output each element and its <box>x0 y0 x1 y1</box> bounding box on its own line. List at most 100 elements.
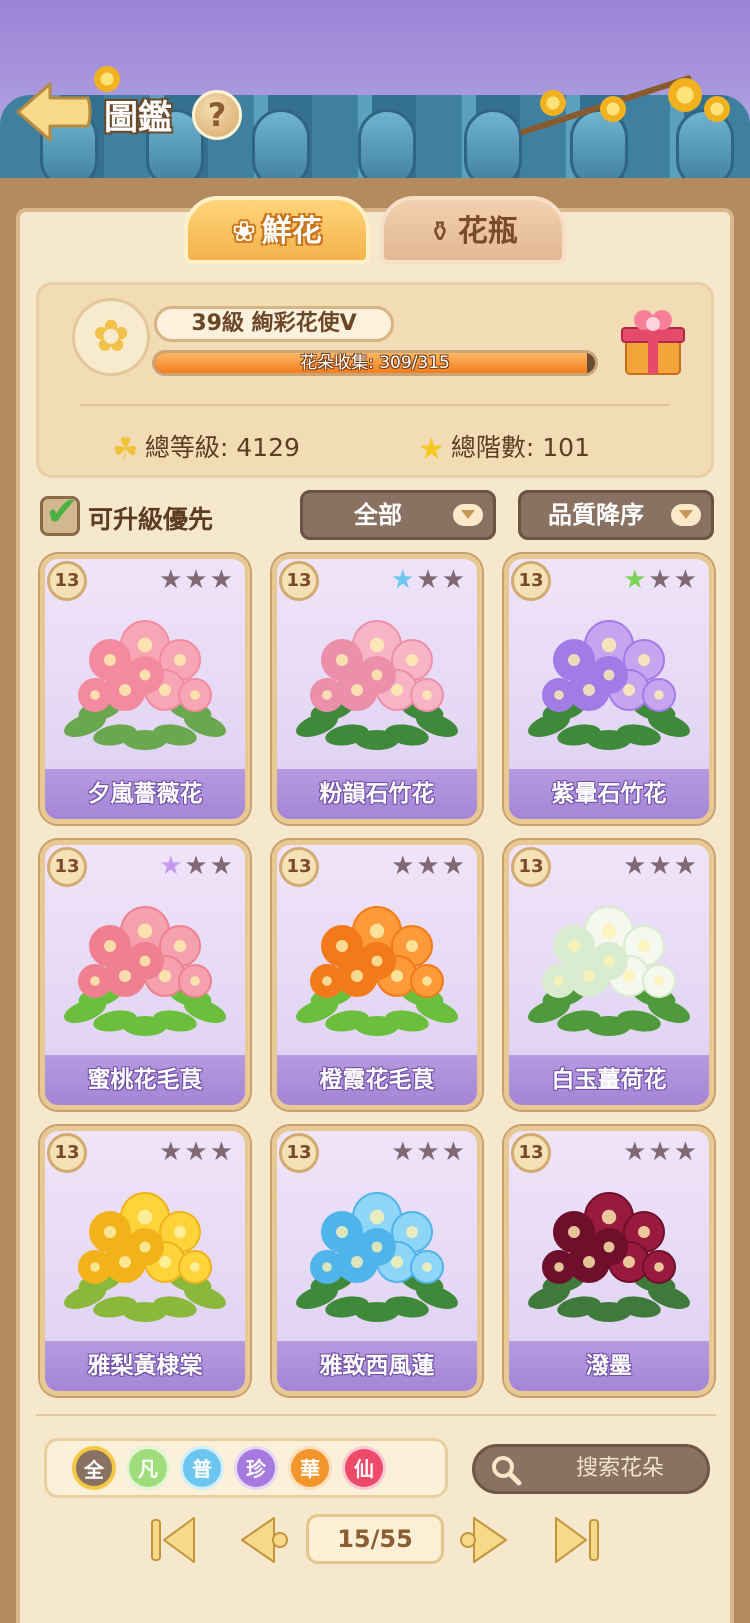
flower-card[interactable]: 13 ★★★ 橙霞花毛茛 <box>272 840 482 1110</box>
chevron-down-icon <box>671 504 701 526</box>
flower-card[interactable]: 13 ★★★ 蜜桃花毛茛 <box>40 840 250 1110</box>
rose-icon: ❀ <box>232 215 256 248</box>
star-icon: ★ <box>416 565 442 595</box>
flower-name: 雅致西風蓮 <box>277 1341 477 1391</box>
vase-icon: ⚱ <box>428 215 452 248</box>
flower-illustration <box>64 620 226 750</box>
star-rating: ★★★ <box>159 1137 235 1167</box>
flower-illustration <box>528 906 690 1036</box>
page-indicator: 15/55 <box>306 1514 444 1564</box>
flower-card[interactable]: 13 ★★★ 夕嵐薔薇花 <box>40 554 250 824</box>
next-page-button[interactable] <box>456 1512 512 1568</box>
next-page-icon <box>460 1517 507 1563</box>
gift-icon <box>621 310 685 375</box>
last-page-button[interactable] <box>548 1512 604 1568</box>
help-button[interactable]: ? <box>192 90 242 140</box>
sprout-icon: ☘ <box>112 432 139 467</box>
divider <box>36 1414 716 1416</box>
star-icon: ★ <box>184 851 210 881</box>
blossom-icon <box>600 96 626 122</box>
blossom-icon <box>94 66 120 92</box>
flower-illustration <box>296 1192 458 1322</box>
last-page-icon <box>555 1517 599 1563</box>
page-title: 圖鑑 <box>104 98 172 138</box>
quality-filter-button[interactable]: 珍 <box>234 1446 278 1490</box>
star-icon: ★ <box>441 1137 467 1167</box>
flower-card[interactable]: 13 ★★★ 雅梨黃棣棠 <box>40 1126 250 1396</box>
flower-card[interactable]: 13 ★★★ 潑墨 <box>504 1126 714 1396</box>
star-icon: ★ <box>209 565 235 595</box>
flower-name: 夕嵐薔薇花 <box>45 769 245 819</box>
flower-name: 白玉薑荷花 <box>509 1055 709 1105</box>
gift-box-button[interactable] <box>620 306 686 378</box>
tab-fresh-flowers[interactable]: ❀ 鮮花 <box>184 196 370 264</box>
level-badge: 13 <box>279 1133 319 1173</box>
previous-page-icon <box>241 1517 288 1563</box>
star-icon: ★ <box>209 1137 235 1167</box>
star-icon: ★ <box>418 432 445 467</box>
tab-label: 花瓶 <box>457 214 518 249</box>
star-rating: ★★★ <box>391 565 467 595</box>
first-page-icon <box>151 1517 195 1563</box>
star-icon: ★ <box>623 565 649 595</box>
sort-dropdown[interactable]: 品質降序 <box>518 490 714 540</box>
flower-card[interactable]: 13 ★★★ 白玉薑荷花 <box>504 840 714 1110</box>
flower-name: 橙霞花毛茛 <box>277 1055 477 1105</box>
star-icon: ★ <box>441 565 467 595</box>
level-badge: 13 <box>47 561 87 601</box>
star-rating: ★★★ <box>391 851 467 881</box>
level-badge: 13 <box>511 561 551 601</box>
back-arrow-button[interactable] <box>14 78 94 146</box>
collection-progress-bar: 花朵收集: 309/315 <box>152 350 598 376</box>
total-grade-stat: ☘ 總等級: 4129 <box>112 428 300 467</box>
level-title: 39級 絢彩花使Ⅴ <box>154 306 394 342</box>
flower-name: 蜜桃花毛茛 <box>45 1055 245 1105</box>
quality-filter-button[interactable]: 仙 <box>342 1446 386 1490</box>
star-icon: ★ <box>209 851 235 881</box>
quality-filter-button[interactable]: 華 <box>288 1446 332 1490</box>
search-icon <box>492 1456 522 1486</box>
level-badge: 13 <box>47 847 87 887</box>
flower-card[interactable]: 13 ★★★ 粉韻石竹花 <box>272 554 482 824</box>
search-input[interactable]: 搜索花朵 <box>472 1444 710 1494</box>
flower-name: 粉韻石竹花 <box>277 769 477 819</box>
flower-name: 紫暈石竹花 <box>509 769 709 819</box>
star-rating: ★★★ <box>159 565 235 595</box>
flower-illustration <box>528 620 690 750</box>
flower-name: 潑墨 <box>509 1341 709 1391</box>
star-icon: ★ <box>648 1137 674 1167</box>
quality-filter-button[interactable]: 全 <box>72 1446 116 1490</box>
total-stage-text: 總階數: 101 <box>450 433 590 462</box>
upgrade-first-checkbox[interactable]: ✔ <box>40 489 80 536</box>
star-icon: ★ <box>623 1137 649 1167</box>
star-icon: ★ <box>391 565 417 595</box>
blossom-icon <box>540 90 566 116</box>
star-icon: ★ <box>673 565 699 595</box>
quality-filter-button[interactable]: 凡 <box>126 1446 170 1490</box>
star-icon: ★ <box>184 565 210 595</box>
star-icon: ★ <box>159 851 185 881</box>
flower-name: 雅梨黃棣棠 <box>45 1341 245 1391</box>
blossom-icon <box>668 78 702 112</box>
first-page-button[interactable] <box>146 1512 202 1568</box>
divider <box>80 404 670 406</box>
level-badge: 13 <box>279 847 319 887</box>
star-rating: ★★★ <box>623 565 699 595</box>
back-arrow-icon <box>16 82 92 142</box>
flower-card[interactable]: 13 ★★★ 雅致西風蓮 <box>272 1126 482 1396</box>
check-icon: ✔ <box>45 489 79 535</box>
star-rating: ★★★ <box>391 1137 467 1167</box>
flower-illustration <box>64 906 226 1036</box>
quality-filter-button[interactable]: 普 <box>180 1446 224 1490</box>
flower-illustration <box>296 620 458 750</box>
tab-vases[interactable]: ⚱ 花瓶 <box>380 196 566 264</box>
flower-illustration <box>528 1192 690 1322</box>
star-icon: ★ <box>416 1137 442 1167</box>
total-grade-text: 總等級: 4129 <box>144 433 300 462</box>
flower-card[interactable]: 13 ★★★ 紫暈石竹花 <box>504 554 714 824</box>
category-dropdown[interactable]: 全部 <box>300 490 496 540</box>
blossom-icon <box>704 96 730 122</box>
flower-illustration <box>296 906 458 1036</box>
previous-page-button[interactable] <box>236 1512 292 1568</box>
search-placeholder: 搜索花朵 <box>575 1456 664 1481</box>
